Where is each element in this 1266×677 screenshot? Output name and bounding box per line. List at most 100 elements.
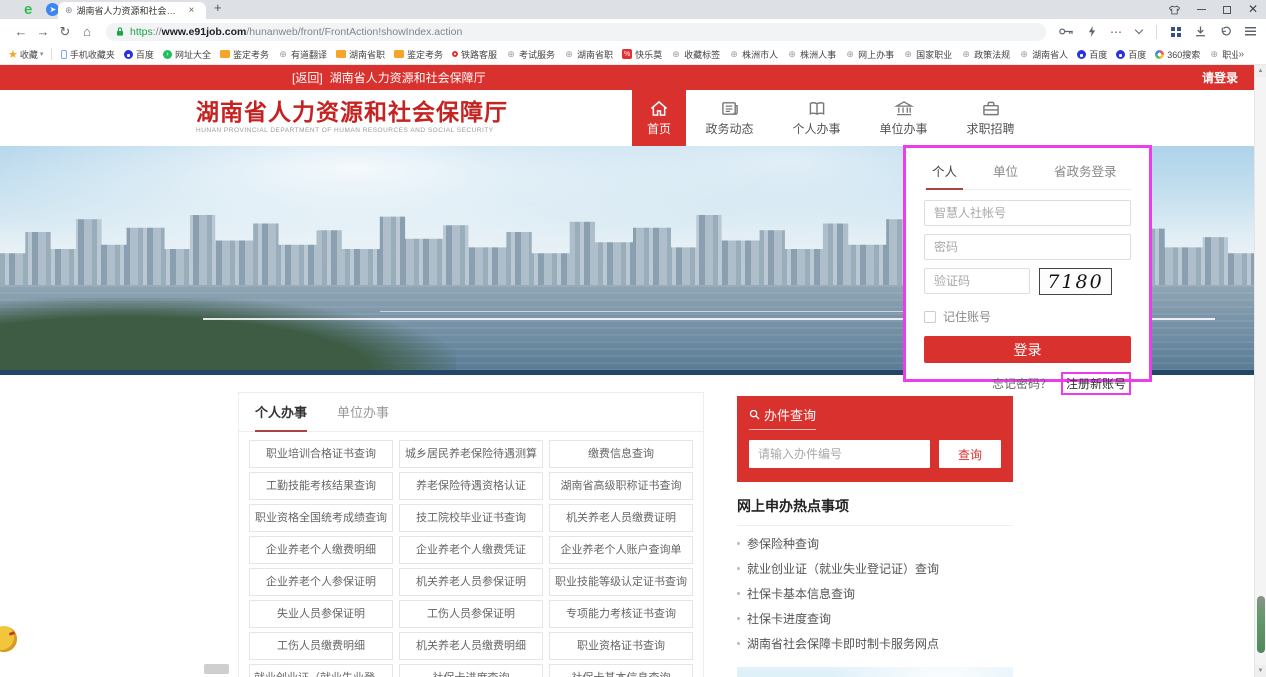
undo-icon[interactable] bbox=[1220, 26, 1231, 37]
service-link[interactable]: 职业资格全国统考成绩查询 bbox=[249, 504, 393, 532]
hot-topic-link[interactable]: 社保卡进度查询 bbox=[737, 606, 1013, 631]
service-link[interactable]: 机关养老人员缴费证明 bbox=[549, 504, 693, 532]
hot-topic-link[interactable]: 就业创业证（就业失业登记证）查询 bbox=[737, 556, 1013, 581]
password-input[interactable] bbox=[924, 234, 1131, 260]
address-bar[interactable]: https://www.e91job.com/hunanweb/front/Fr… bbox=[106, 23, 1046, 41]
bookmark-item[interactable]: 职业技能 bbox=[1205, 48, 1239, 61]
register-new-account-link[interactable]: 注册新账号 bbox=[1061, 372, 1131, 395]
refresh-icon[interactable]: ↻ bbox=[54, 24, 76, 40]
bookmark-item[interactable]: 360搜索 bbox=[1151, 48, 1205, 61]
hot-topic-link[interactable]: 湖南省社会保障卡即时制卡服务网点 bbox=[737, 631, 1013, 656]
service-link[interactable]: 工伤人员参保证明 bbox=[399, 600, 543, 628]
maximize-icon[interactable] bbox=[1223, 6, 1231, 14]
login-tab[interactable]: 单位 bbox=[987, 161, 1024, 189]
bookmark-item[interactable]: 收藏标签 bbox=[667, 48, 725, 61]
nav-item-home[interactable]: 首页 bbox=[632, 90, 686, 146]
bookmark-item[interactable]: 手机收藏夹 bbox=[56, 48, 119, 61]
bookmark-item[interactable]: 湖南省职 bbox=[560, 48, 618, 61]
service-link[interactable]: 职业资格证书查询 bbox=[549, 632, 693, 660]
page-scrollbar[interactable]: ▲ ▼ bbox=[1254, 65, 1266, 677]
nav-item-jobs[interactable]: 求职招聘 bbox=[947, 90, 1034, 146]
scroll-down-icon[interactable]: ▼ bbox=[1255, 665, 1266, 677]
back-return-link[interactable]: [返回] bbox=[292, 69, 323, 86]
bookmark-item[interactable]: 鉴定考务 bbox=[390, 48, 448, 61]
minimize-icon[interactable] bbox=[1197, 9, 1206, 11]
bookmarks-overflow-icon[interactable]: » bbox=[1238, 49, 1258, 60]
service-link[interactable]: 缴费信息查询 bbox=[549, 440, 693, 468]
bookmark-item[interactable]: 铁路客服 bbox=[448, 48, 502, 61]
favorites-caret-icon[interactable]: ▾ bbox=[40, 50, 44, 58]
download-icon[interactable] bbox=[1195, 26, 1206, 37]
bookmark-item[interactable]: 百度 bbox=[119, 48, 158, 61]
service-link[interactable]: 机关养老人员缴费明细 bbox=[399, 632, 543, 660]
captcha-image[interactable]: 7180 bbox=[1039, 268, 1112, 295]
scroll-up-icon[interactable]: ▲ bbox=[1255, 65, 1266, 77]
hot-topic-link[interactable]: 参保险种查询 bbox=[737, 531, 1013, 556]
lightning-icon[interactable] bbox=[1088, 26, 1096, 37]
please-login-link[interactable]: 请登录 bbox=[1202, 69, 1238, 86]
bookmark-item[interactable]: 考试服务 bbox=[502, 48, 560, 61]
promo-banner[interactable]: 三项业务统一登记 bbox=[737, 667, 1013, 677]
service-link[interactable]: 企业养老个人缴费明细 bbox=[249, 536, 393, 564]
tab-close-icon[interactable]: × bbox=[189, 5, 195, 16]
service-link[interactable]: 专项能力考核证书查询 bbox=[549, 600, 693, 628]
nav-item-news[interactable]: 政务动态 bbox=[686, 90, 773, 146]
menu-icon[interactable] bbox=[1245, 27, 1256, 36]
more-dots-icon[interactable]: ⋯ bbox=[1110, 25, 1122, 39]
nav-item-unit-services[interactable]: 单位办事 bbox=[860, 90, 947, 146]
login-tab[interactable]: 省政务登录 bbox=[1048, 161, 1123, 189]
service-link[interactable]: 职业培训合格证书查询 bbox=[249, 440, 393, 468]
service-link[interactable]: 工伤人员缴费明细 bbox=[249, 632, 393, 660]
case-query-button[interactable]: 查询 bbox=[939, 440, 1001, 468]
services-tab[interactable]: 个人办事 bbox=[255, 402, 307, 432]
browser-tab[interactable]: ⊕ 湖南省人力资源和社会保障厅 × bbox=[58, 2, 206, 19]
login-tab[interactable]: 个人 bbox=[926, 161, 963, 190]
service-link[interactable]: 失业人员参保证明 bbox=[249, 600, 393, 628]
service-link[interactable]: 企业养老个人参保证明 bbox=[249, 568, 393, 596]
account-input[interactable] bbox=[924, 200, 1131, 226]
theme-shirt-icon[interactable] bbox=[1169, 5, 1180, 15]
close-icon[interactable]: ✕ bbox=[1248, 0, 1258, 19]
service-link[interactable]: 企业养老个人缴费凭证 bbox=[399, 536, 543, 564]
services-tab[interactable]: 单位办事 bbox=[337, 402, 389, 431]
site-logo[interactable]: 湖南省人力资源和社会保障厅 HUNAN PROVINCIAL DEPARTMEN… bbox=[196, 99, 508, 134]
service-link[interactable]: 职业技能等级认定证书查询 bbox=[549, 568, 693, 596]
service-link[interactable]: 机关养老人员参保证明 bbox=[399, 568, 543, 596]
forgot-password-link[interactable]: 忘记密码？ bbox=[992, 375, 1052, 392]
service-link[interactable]: 就业创业证（就业失业登记证）... bbox=[249, 664, 393, 677]
bookmark-item[interactable]: 湖南省人 bbox=[1015, 48, 1073, 61]
forward-icon[interactable]: → bbox=[32, 24, 54, 39]
apps-grid-icon[interactable] bbox=[1171, 27, 1181, 37]
remember-checkbox[interactable] bbox=[924, 311, 936, 323]
bookmark-item[interactable]: 鉴定考务 bbox=[215, 48, 273, 61]
scrollbar-thumb[interactable] bbox=[1257, 596, 1265, 653]
service-link[interactable]: 城乡居民养老保险待遇测算 bbox=[399, 440, 543, 468]
service-link[interactable]: 养老保险待遇资格认证 bbox=[399, 472, 543, 500]
bookmark-item[interactable]: 株洲市人 bbox=[725, 48, 783, 61]
service-link[interactable]: 社保卡基本信息查询 bbox=[549, 664, 693, 677]
bookmark-item[interactable]: 株洲人事 bbox=[783, 48, 841, 61]
favorites-label[interactable]: 收藏 bbox=[20, 48, 38, 61]
bookmark-item[interactable]: 百度 bbox=[1073, 48, 1112, 61]
captcha-input[interactable] bbox=[924, 268, 1030, 294]
new-tab-button[interactable]: + bbox=[214, 0, 222, 15]
nav-item-personal-services[interactable]: 个人办事 bbox=[773, 90, 860, 146]
bookmark-item[interactable]: 网址大全 bbox=[158, 48, 215, 61]
home-icon[interactable]: ⌂ bbox=[76, 24, 98, 39]
service-link[interactable]: 企业养老个人账户查询单 bbox=[549, 536, 693, 564]
service-link[interactable]: 社保卡进度查询 bbox=[399, 664, 543, 677]
case-number-input[interactable] bbox=[749, 440, 930, 468]
bookmark-item[interactable]: 湖南省职 bbox=[331, 48, 389, 61]
back-icon[interactable]: ← bbox=[10, 24, 32, 39]
bookmark-item[interactable]: 国家职业 bbox=[899, 48, 957, 61]
bookmark-item[interactable]: 有道翻译 bbox=[273, 48, 331, 61]
service-link[interactable]: 工勤技能考核结果查询 bbox=[249, 472, 393, 500]
floating-gray-widget[interactable] bbox=[204, 664, 229, 674]
key-icon[interactable] bbox=[1058, 27, 1074, 36]
bookmark-item[interactable]: 快乐莫 bbox=[618, 48, 667, 61]
bookmark-item[interactable]: 百度 bbox=[1112, 48, 1151, 61]
chevron-down-icon[interactable] bbox=[1135, 26, 1143, 34]
service-link[interactable]: 湖南省高级职称证书查询 bbox=[549, 472, 693, 500]
bookmark-item[interactable]: 网上办事 bbox=[841, 48, 899, 61]
login-button[interactable]: 登录 bbox=[924, 336, 1131, 363]
